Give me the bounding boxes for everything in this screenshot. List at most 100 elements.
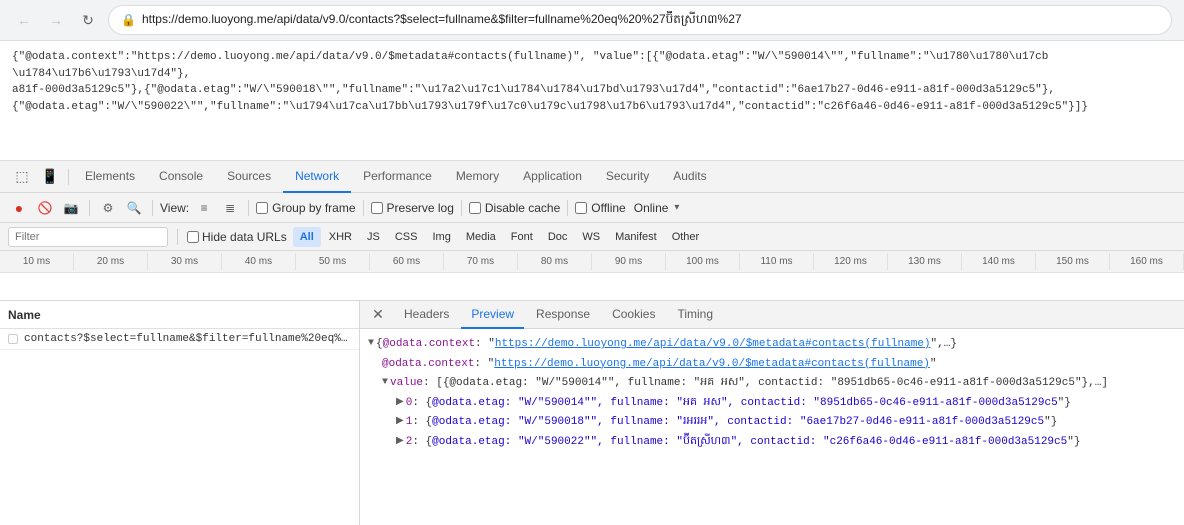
devtools-tab-bar: ⬚ 📱 Elements Console Sources Network Per… <box>0 161 1184 193</box>
close-detail-button[interactable]: ✕ <box>368 305 388 325</box>
browser-chrome: ← → ↻ 🔒 https://demo.luoyong.me/api/data… <box>0 0 1184 41</box>
group-by-frame-checkbox[interactable] <box>256 202 268 214</box>
filter-other-button[interactable]: Other <box>665 227 707 247</box>
item-0-line: ▶ 0 : { @odata.etag: "W/"590014"", fulln… <box>368 394 1176 414</box>
timeline-area: 10 ms20 ms30 ms40 ms50 ms60 ms70 ms80 ms… <box>0 251 1184 301</box>
item-1-toggle[interactable]: ▶ <box>396 414 404 430</box>
search-button[interactable]: 🔍 <box>123 197 145 219</box>
timeline-label: 130 ms <box>888 253 962 270</box>
timeline-label: 140 ms <box>962 253 1036 270</box>
filter-icon-button[interactable]: ⚙ <box>97 197 119 219</box>
item-0-content: @odata.etag: "W/"590014"", fullname: " <box>432 395 683 413</box>
view-label: View: <box>160 201 189 215</box>
group-by-frame-option[interactable]: Group by frame <box>256 201 355 215</box>
detail-tab-bar: ✕ Headers Preview Response Cookies Timin… <box>360 301 1184 329</box>
timeline-label: 90 ms <box>592 253 666 270</box>
hide-data-urls-checkbox[interactable] <box>187 231 199 243</box>
tab-headers[interactable]: Headers <box>394 301 459 329</box>
timeline-label: 70 ms <box>444 253 518 270</box>
offline-option[interactable]: Offline <box>575 201 625 215</box>
tab-application[interactable]: Application <box>511 161 594 193</box>
tab-audits[interactable]: Audits <box>661 161 718 193</box>
request-indicator <box>8 334 18 344</box>
inspect-element-icon[interactable]: ⬚ <box>8 163 36 191</box>
device-toolbar-icon[interactable]: 📱 <box>36 163 64 191</box>
filter-row: Hide data URLs All XHR JS CSS Img Media … <box>0 223 1184 251</box>
tab-elements[interactable]: Elements <box>73 161 147 193</box>
request-name: contacts?$select=fullname&$filter=fullna… <box>24 333 351 345</box>
tab-performance[interactable]: Performance <box>351 161 444 193</box>
forward-button[interactable]: → <box>44 8 68 32</box>
list-view-button[interactable]: ≡ <box>193 197 215 219</box>
main-split-content: Name contacts?$select=fullname&$filter=f… <box>0 301 1184 525</box>
tab-response[interactable]: Response <box>526 301 600 329</box>
tab-timing[interactable]: Timing <box>667 301 723 329</box>
timeline-label: 80 ms <box>518 253 592 270</box>
address-bar[interactable]: 🔒 https://demo.luoyong.me/api/data/v9.0/… <box>108 5 1172 35</box>
item-2-toggle[interactable]: ▶ <box>396 434 404 450</box>
item-2-contactid: c26f6a46-0d46-e911-a81f-000d3a5129c5 <box>830 434 1068 452</box>
preserve-log-checkbox[interactable] <box>371 202 383 214</box>
filter-xhr-button[interactable]: XHR <box>322 227 359 247</box>
root-toggle[interactable]: ▼ <box>368 336 374 352</box>
toolbar-div-3 <box>248 200 249 216</box>
record-button[interactable]: ● <box>8 197 30 219</box>
filter-js-button[interactable]: JS <box>360 227 387 247</box>
group-by-frame-label: Group by frame <box>272 201 355 215</box>
screenshot-button[interactable]: 📷 <box>60 197 82 219</box>
tab-memory[interactable]: Memory <box>444 161 511 193</box>
throttle-dropdown-arrow[interactable]: ▾ <box>674 202 679 213</box>
filter-font-button[interactable]: Font <box>504 227 540 247</box>
json-line-1: {"@odata.context":"https://demo.luoyong.… <box>12 49 1172 82</box>
disable-cache-option[interactable]: Disable cache <box>469 201 560 215</box>
item-1-content: @odata.etag: "W/"590018"", fullname: " <box>432 414 683 432</box>
offline-checkbox[interactable] <box>575 202 587 214</box>
request-row[interactable]: contacts?$select=fullname&$filter=fullna… <box>0 329 359 350</box>
filter-css-button[interactable]: CSS <box>388 227 425 247</box>
timeline-label: 50 ms <box>296 253 370 270</box>
url-text: https://demo.luoyong.me/api/data/v9.0/co… <box>142 11 742 29</box>
tab-preview[interactable]: Preview <box>461 301 524 329</box>
item-0-toggle[interactable]: ▶ <box>396 395 404 411</box>
preserve-log-option[interactable]: Preserve log <box>371 201 454 215</box>
clear-button[interactable]: 🚫 <box>34 197 56 219</box>
item-0-contactid: 8951db65-0c46-e911-a81f-000d3a5129c5 <box>820 395 1058 413</box>
tab-console[interactable]: Console <box>147 161 215 193</box>
tab-separator-1 <box>68 169 69 185</box>
filter-manifest-button[interactable]: Manifest <box>608 227 664 247</box>
toolbar-div-1 <box>89 200 90 216</box>
tab-sources[interactable]: Sources <box>215 161 283 193</box>
timeline-label: 150 ms <box>1036 253 1110 270</box>
timeline-label: 120 ms <box>814 253 888 270</box>
tab-security[interactable]: Security <box>594 161 661 193</box>
tree-root-line: ▼ { @odata.context : " https://demo.luoy… <box>368 335 1176 355</box>
tree-view-button[interactable]: ≣ <box>219 197 241 219</box>
reload-button[interactable]: ↻ <box>76 8 100 32</box>
timeline-label: 60 ms <box>370 253 444 270</box>
item-0-fullname: អគ អស <box>683 395 721 413</box>
json-line-2: a81f-000d3a5129c5"},{"@odata.etag":"W/\"… <box>12 82 1172 99</box>
filter-img-button[interactable]: Img <box>425 227 457 247</box>
timeline-label: 100 ms <box>666 253 740 270</box>
context-key: @odata.context <box>383 336 475 354</box>
requests-panel: Name contacts?$select=fullname&$filter=f… <box>0 301 360 525</box>
value-toggle[interactable]: ▼ <box>382 375 388 391</box>
hide-data-urls-option[interactable]: Hide data URLs <box>187 230 287 244</box>
json-raw-output: {"@odata.context":"https://demo.luoyong.… <box>0 41 1184 161</box>
name-column-header: Name <box>0 301 359 329</box>
context-link-2[interactable]: https://demo.luoyong.me/api/data/v9.0/$m… <box>494 356 930 374</box>
filter-doc-button[interactable]: Doc <box>541 227 575 247</box>
toolbar-div-6 <box>567 200 568 216</box>
disable-cache-checkbox[interactable] <box>469 202 481 214</box>
filter-ws-button[interactable]: WS <box>575 227 607 247</box>
request-detail-panel: ✕ Headers Preview Response Cookies Timin… <box>360 301 1184 525</box>
tab-network[interactable]: Network <box>283 161 351 193</box>
back-button[interactable]: ← <box>12 8 36 32</box>
filter-all-button[interactable]: All <box>293 227 321 247</box>
context-link[interactable]: https://demo.luoyong.me/api/data/v9.0/$m… <box>495 336 931 354</box>
timeline-label: 10 ms <box>0 253 74 270</box>
filter-input[interactable] <box>8 227 168 247</box>
tab-cookies[interactable]: Cookies <box>602 301 665 329</box>
context-line: @odata.context : " https://demo.luoyong.… <box>368 355 1176 375</box>
filter-media-button[interactable]: Media <box>459 227 503 247</box>
